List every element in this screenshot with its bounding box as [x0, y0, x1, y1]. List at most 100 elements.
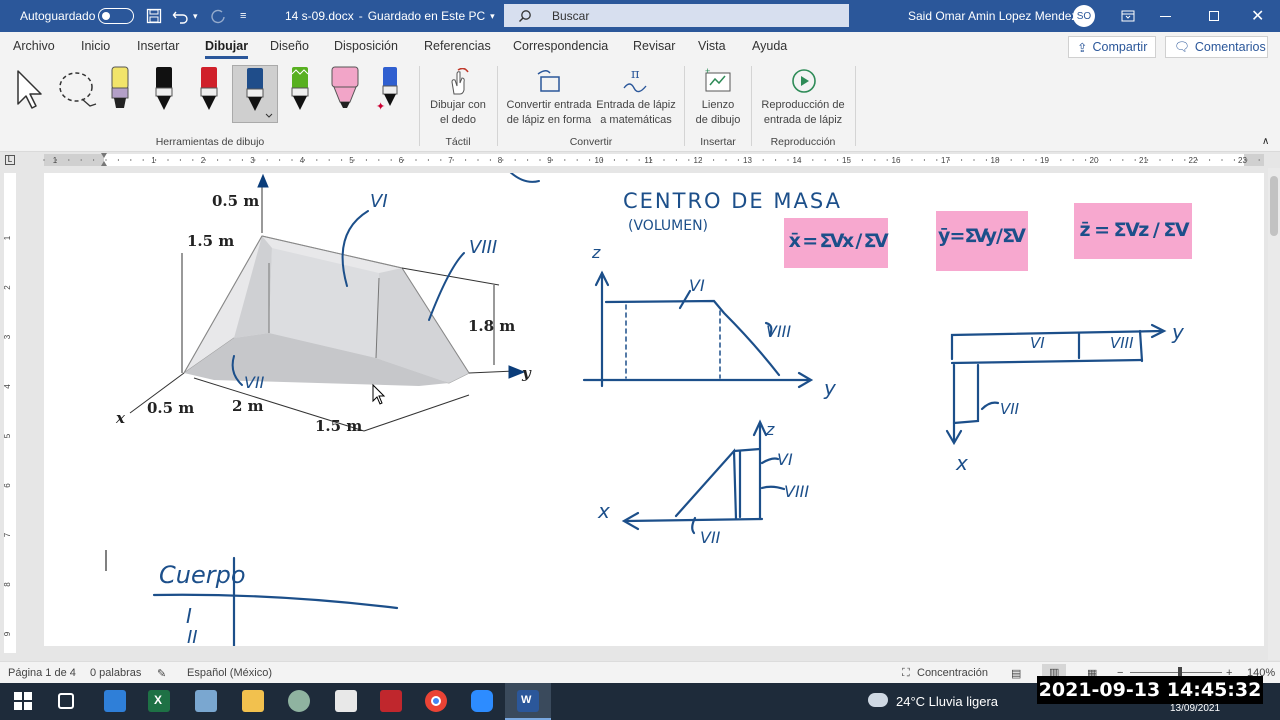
ink-to-math-button[interactable]: Entrada de lápiz a matemáticas — [594, 98, 678, 128]
task-view-icon[interactable] — [58, 693, 74, 709]
select-pointer-icon[interactable] — [14, 68, 46, 110]
zoom-slider[interactable] — [1130, 672, 1222, 673]
word-taskbar-active[interactable]: W — [505, 683, 551, 720]
ruler-number: 8 — [3, 582, 12, 587]
close-icon[interactable]: ✕ — [1251, 0, 1264, 32]
collapse-ribbon-icon[interactable]: ∧ — [1262, 136, 1269, 147]
tab-correspondencia[interactable]: Correspondencia — [513, 39, 608, 53]
search-icon — [519, 9, 531, 22]
undo-dropdown-icon[interactable]: ▾ — [193, 0, 198, 32]
focus-icon[interactable]: ⛶ — [902, 667, 910, 680]
pen-blue-galaxy-icon[interactable]: ✦ — [375, 66, 403, 114]
draw-finger-label-1: Dibujar con — [430, 99, 486, 111]
vertical-ruler[interactable]: 12345678910 — [0, 168, 18, 688]
pen-black-icon[interactable] — [152, 66, 176, 114]
taskbar-date[interactable]: 13/09/2021 — [1170, 703, 1220, 714]
maximize-icon[interactable] — [1209, 0, 1219, 32]
pen-green-galaxy-icon[interactable] — [288, 66, 312, 114]
formula-y-bar: ȳ = ΣVy / ΣV — [938, 225, 1026, 247]
autosave-toggle[interactable] — [98, 0, 134, 32]
pdf-app-icon[interactable] — [380, 690, 402, 712]
search-box[interactable]: Buscar — [504, 4, 849, 27]
tab-referencias[interactable]: Referencias — [424, 39, 491, 53]
redo-icon[interactable] — [210, 0, 226, 32]
autosave-label: Autoguardado — [20, 9, 96, 23]
document-title[interactable]: 14 s-09.docx - Guardado en Este PC ▾ — [285, 0, 495, 32]
tab-inicio[interactable]: Inicio — [81, 39, 110, 53]
user-name[interactable]: Said Omar Amin Lopez Mendez — [908, 0, 1077, 32]
ink-to-shape-button[interactable]: Convertir entrada de lápiz en forma — [502, 98, 596, 128]
tab-dibujar[interactable]: Dibujar — [205, 39, 249, 59]
ink-replay-label-2: entrada de lápiz — [763, 114, 843, 126]
ruler-number: 22 — [1189, 156, 1198, 165]
ribbon-separator — [684, 66, 685, 146]
pen-dark-blue-selected[interactable] — [232, 65, 278, 123]
excel-icon[interactable]: X — [148, 690, 170, 712]
chrome-icon[interactable] — [425, 690, 447, 712]
highlighter-pink-icon[interactable] — [330, 66, 360, 114]
share-label: Compartir — [1092, 40, 1148, 54]
minimize-icon[interactable] — [1160, 0, 1171, 32]
weather-cloud-icon[interactable] — [868, 693, 888, 707]
word-icon: W — [517, 690, 539, 712]
share-button[interactable]: ⇪ Compartir — [1068, 36, 1156, 58]
proofing-icon[interactable]: ✎ — [157, 667, 166, 680]
language-status[interactable]: Español (México) — [187, 667, 272, 679]
user-avatar[interactable]: SO — [1073, 0, 1095, 32]
ink-to-math-label-2: a matemáticas — [600, 114, 672, 126]
focus-mode[interactable]: Concentración — [917, 667, 988, 679]
tab-vista[interactable]: Vista — [698, 39, 726, 53]
app-icon[interactable] — [195, 690, 217, 712]
tab-ayuda[interactable]: Ayuda — [752, 39, 787, 53]
ink-replay-button[interactable]: Reproducción de entrada de lápiz — [756, 98, 850, 128]
lasso-select-icon[interactable] — [56, 68, 100, 110]
highlighter-yellow-icon[interactable] — [108, 66, 132, 114]
file-explorer-icon[interactable] — [242, 690, 264, 712]
undo-icon[interactable] — [172, 0, 190, 32]
dim-2m: 2 m — [232, 397, 264, 415]
word-count[interactable]: 0 palabras — [90, 667, 141, 679]
vertical-scrollbar[interactable] — [1268, 168, 1280, 660]
ink-title-centro-masa: CENTRO DE MASA — [623, 189, 842, 213]
drawing-canvas-button[interactable]: Lienzo de dibujo — [690, 98, 746, 128]
read-mode-icon[interactable]: ▤ — [1011, 667, 1021, 680]
ruler-number: 7 — [3, 532, 12, 537]
save-icon[interactable] — [146, 0, 162, 32]
ink-label-v3: VIII — [469, 237, 497, 258]
group-label-touch: Táctil — [445, 136, 471, 148]
ink-zx-v2: VII — [700, 528, 721, 547]
tab-insertar[interactable]: Insertar — [137, 39, 179, 53]
horizontal-ruler[interactable]: L 1 1 2 3 4 5 6 7 8 9 10 11 12 13 14 15 16 17 18 19 20 21 22 23 — [0, 152, 1280, 168]
comments-label: Comentarios — [1194, 40, 1266, 54]
zoom-app-icon[interactable] — [471, 690, 493, 712]
ink-replay-label-1: Reproducción de — [761, 99, 845, 111]
dim-0-5m-bottom: 0.5 m — [147, 399, 194, 417]
pen-dark-blue-icon — [246, 68, 273, 118]
dim-1-5m-bottom: 1.5 m — [315, 417, 362, 435]
tab-revisar[interactable]: Revisar — [633, 39, 675, 53]
draw-with-finger-button[interactable]: Dibujar con el dedo — [424, 98, 492, 128]
downloads-arrow-icon[interactable] — [104, 690, 126, 712]
page-count[interactable]: Página 1 de 4 — [8, 667, 76, 679]
comments-button[interactable]: 🗨 Comentarios — [1165, 36, 1268, 58]
pen-red-icon[interactable] — [197, 66, 221, 114]
weather-status[interactable]: 24°C Lluvia ligera — [896, 694, 998, 709]
ruler-number: 21 — [1139, 156, 1148, 165]
svg-text:✦: ✦ — [376, 101, 385, 113]
document-page[interactable]: 0.5 m 1.5 m 1.8 m 0.5 m 2 m 1.5 m x y VI… — [44, 170, 1264, 648]
tab-diseno[interactable]: Diseño — [270, 39, 309, 53]
tab-archivo[interactable]: Archivo — [13, 39, 55, 53]
ink-subtitle-volumen: (VOLUMEN) — [628, 218, 708, 234]
ink-replay-icon — [792, 69, 816, 93]
avatar-initials: SO — [1073, 5, 1095, 27]
ribbon-display-options-icon[interactable] — [1121, 0, 1135, 32]
customize-toolbar-icon[interactable]: ≡ — [240, 0, 246, 32]
ink-table-row-1: I — [186, 604, 192, 628]
ink-label-v2: VII — [244, 373, 265, 392]
tab-disposicion[interactable]: Disposición — [334, 39, 398, 53]
scrollbar-thumb[interactable] — [1270, 176, 1278, 236]
app-globe-icon[interactable] — [288, 690, 310, 712]
calculator-icon[interactable] — [335, 690, 357, 712]
windows-start-icon[interactable] — [12, 690, 34, 712]
drawing-canvas-icon: + — [705, 68, 731, 92]
